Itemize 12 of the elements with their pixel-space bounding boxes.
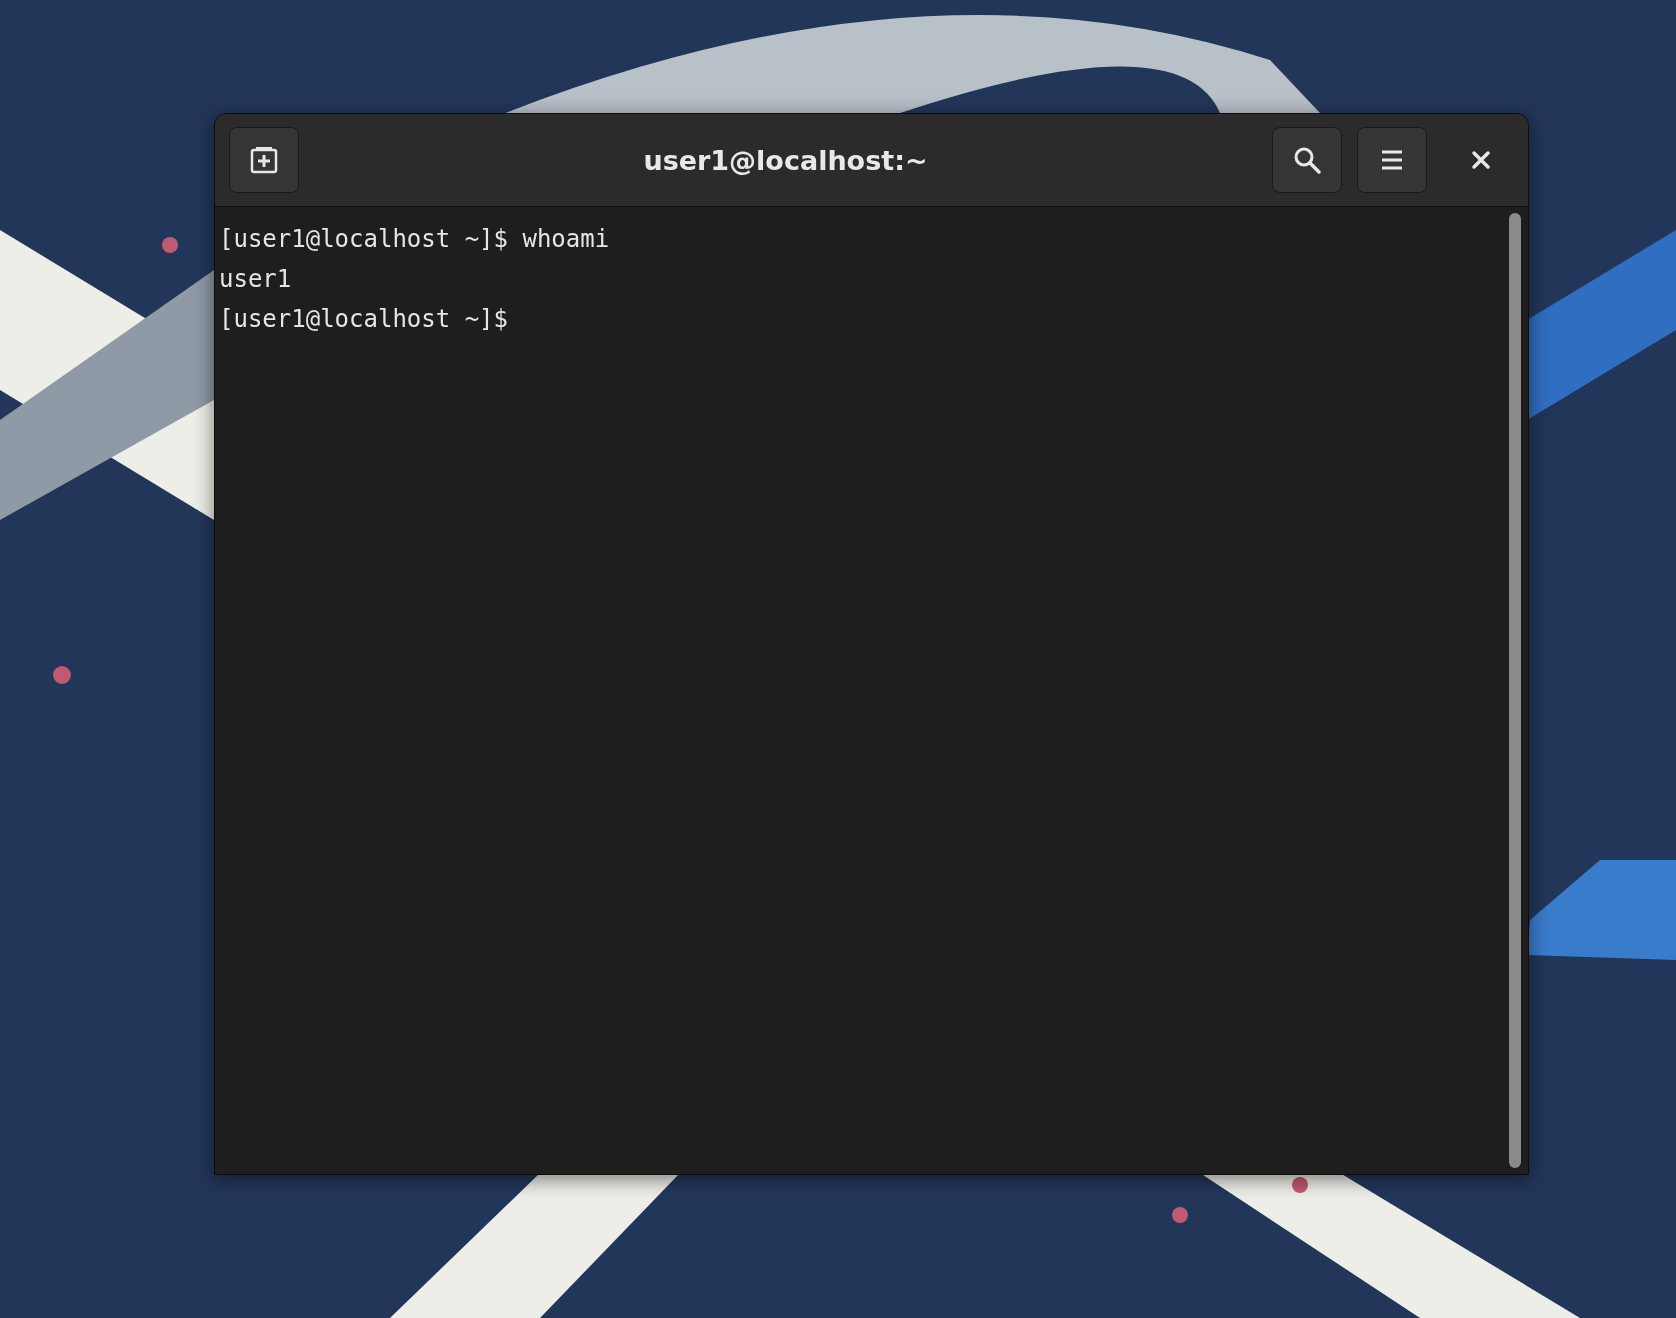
close-icon <box>1471 150 1491 170</box>
window-title: user1@localhost:~ <box>642 144 929 176</box>
new-tab-button[interactable] <box>229 127 299 193</box>
search-icon <box>1292 145 1322 175</box>
terminal-line: user1 <box>219 264 293 295</box>
search-button[interactable] <box>1272 127 1342 193</box>
terminal-line: [user1@localhost ~]$ <box>219 304 509 335</box>
menu-icon <box>1380 148 1404 172</box>
terminal-line: [user1@localhost ~]$ whoami <box>219 224 611 255</box>
scrollbar-thumb[interactable] <box>1509 213 1521 1168</box>
menu-button[interactable] <box>1357 127 1427 193</box>
plus-box-icon <box>249 145 279 175</box>
